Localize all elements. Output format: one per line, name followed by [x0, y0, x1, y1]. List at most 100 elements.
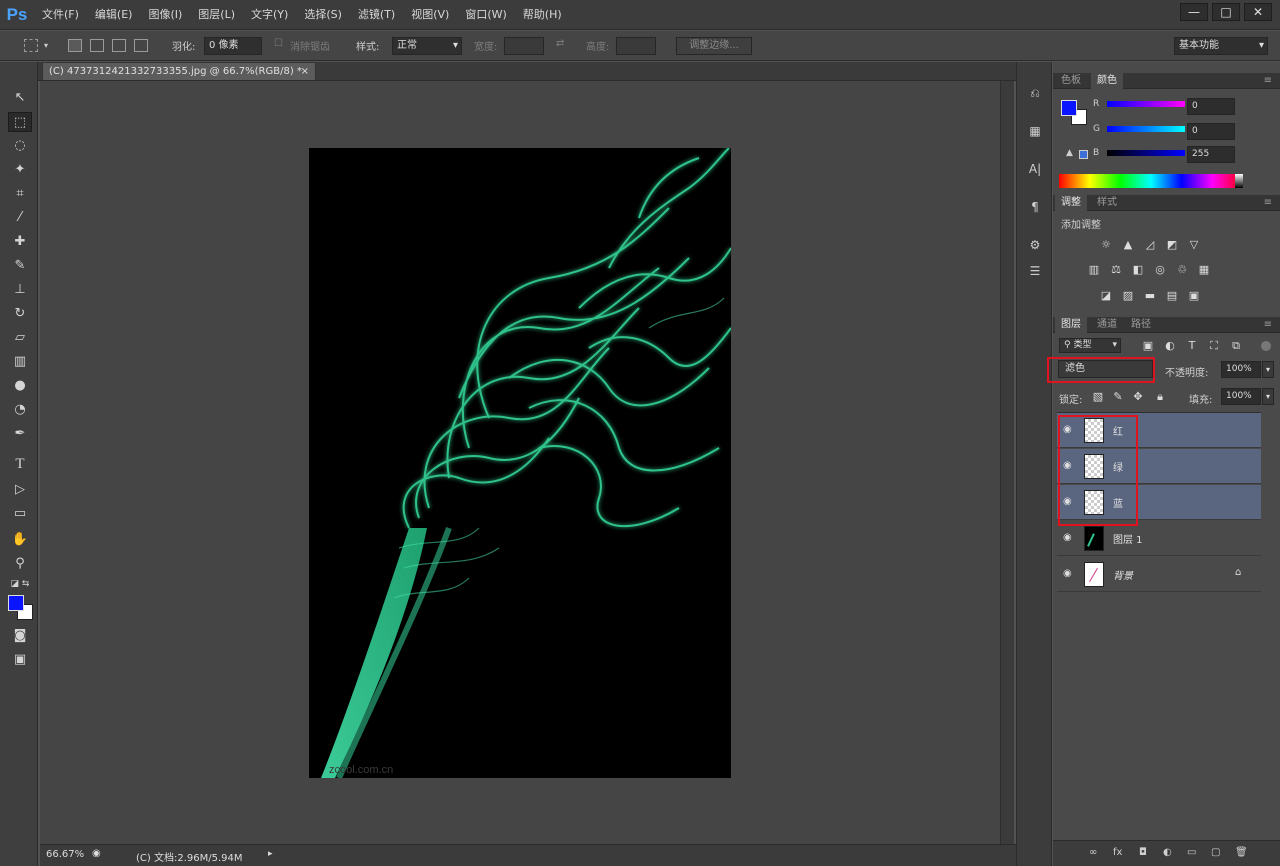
layer-row[interactable]: ◉ 图层 1: [1057, 521, 1261, 556]
screen-mode-icon[interactable]: ▣: [8, 650, 32, 670]
pen-tool-icon[interactable]: ✒: [8, 424, 32, 444]
channel-b-slider[interactable]: [1107, 150, 1185, 156]
eraser-tool-icon[interactable]: ▱: [8, 328, 32, 348]
color-spectrum-bar[interactable]: [1059, 174, 1243, 188]
layer-filter-select[interactable]: ⚲ 类型 ▾: [1059, 338, 1121, 353]
tab-color[interactable]: 颜色: [1091, 73, 1123, 89]
crop-tool-icon[interactable]: ⌗: [8, 184, 32, 204]
history-brush-tool-icon[interactable]: ↻: [8, 304, 32, 324]
menu-image[interactable]: 图像(I): [140, 0, 190, 30]
document-image[interactable]: zcool.com.cn: [309, 148, 731, 778]
channel-r-value[interactable]: 0: [1187, 98, 1235, 115]
paragraph-panel-icon[interactable]: ¶: [1024, 196, 1046, 218]
brush-tool-icon[interactable]: ✎: [8, 256, 32, 276]
zoom-level[interactable]: 66.67%: [46, 849, 84, 860]
tab-adjustments[interactable]: 调整: [1055, 195, 1087, 211]
eye-icon[interactable]: ◉: [1063, 568, 1075, 580]
workspace-select[interactable]: 基本功能 ▾: [1174, 37, 1268, 55]
eye-icon[interactable]: ◉: [1063, 532, 1075, 544]
invert-icon[interactable]: ◪: [1099, 289, 1113, 303]
feather-input[interactable]: 0 像素: [204, 37, 262, 55]
menu-view[interactable]: 视图(V): [403, 0, 457, 30]
chevron-down-icon[interactable]: ▾: [1262, 361, 1274, 378]
move-tool-icon[interactable]: ↖: [8, 88, 32, 108]
history-panel-icon[interactable]: ⎌: [1024, 82, 1046, 104]
width-input[interactable]: [504, 37, 544, 55]
add-to-selection-icon[interactable]: [90, 39, 104, 52]
posterize-icon[interactable]: ▨: [1121, 289, 1135, 303]
filter-shape-icon[interactable]: ⛶: [1207, 339, 1221, 353]
link-layers-icon[interactable]: ∞: [1089, 847, 1097, 858]
properties-panel-icon[interactable]: ▦: [1024, 120, 1046, 142]
minimize-button[interactable]: —: [1180, 3, 1208, 21]
filter-toggle-icon[interactable]: [1261, 341, 1271, 351]
path-selection-tool-icon[interactable]: ▷: [8, 480, 32, 500]
gradient-tool-icon[interactable]: ▥: [8, 352, 32, 372]
channel-g-slider[interactable]: [1107, 126, 1185, 132]
type-tool-icon[interactable]: T: [8, 454, 32, 474]
vibrance-icon[interactable]: ▽: [1187, 238, 1201, 252]
gradient-map-icon[interactable]: ▤: [1165, 289, 1179, 303]
clone-stamp-tool-icon[interactable]: ⊥: [8, 280, 32, 300]
layer-mask-icon[interactable]: ◘: [1139, 847, 1147, 858]
channel-r-slider[interactable]: [1107, 101, 1185, 107]
hue-saturation-icon[interactable]: ▥: [1087, 263, 1101, 277]
menu-select[interactable]: 选择(S): [296, 0, 350, 30]
zoom-tool-icon[interactable]: ⚲: [8, 554, 32, 574]
menu-window[interactable]: 窗口(W): [457, 0, 514, 30]
channel-g-value[interactable]: 0: [1187, 123, 1235, 140]
chevron-down-icon[interactable]: ▾: [44, 41, 48, 50]
tab-styles[interactable]: 样式: [1091, 195, 1123, 211]
lock-transparent-icon[interactable]: ▧: [1091, 390, 1105, 404]
color-balance-icon[interactable]: ⚖: [1109, 263, 1123, 277]
delete-layer-icon[interactable]: 🗑︎: [1235, 847, 1248, 858]
default-colors-icon[interactable]: ◪ ⇆: [8, 574, 32, 594]
document-tab[interactable]: (C) 4737312421332733355.jpg @ 66.7%(RGB/…: [42, 62, 316, 80]
chevron-right-icon[interactable]: ▸: [268, 849, 273, 859]
brightness-icon[interactable]: ☼: [1099, 238, 1113, 252]
maximize-button[interactable]: □: [1212, 3, 1240, 21]
tab-swatches[interactable]: 色板: [1055, 73, 1087, 89]
channel-b-value[interactable]: 255: [1187, 146, 1235, 163]
tab-channels[interactable]: 通道: [1091, 317, 1123, 333]
filter-type-icon[interactable]: T: [1185, 339, 1199, 353]
panel-menu-icon[interactable]: ≡: [1258, 73, 1278, 89]
curves-icon[interactable]: ◿: [1143, 238, 1157, 252]
menu-edit[interactable]: 编辑(E): [87, 0, 141, 30]
exposure-icon[interactable]: ◩: [1165, 238, 1179, 252]
marquee-tool-preset-icon[interactable]: [24, 39, 38, 52]
height-input[interactable]: [616, 37, 656, 55]
fill-input[interactable]: 100%: [1221, 388, 1261, 405]
close-button[interactable]: ✕: [1244, 3, 1272, 21]
dodge-tool-icon[interactable]: ◔: [8, 400, 32, 420]
panel-menu-icon[interactable]: ≡: [1258, 195, 1278, 211]
character-panel-icon[interactable]: A|: [1024, 158, 1046, 180]
magic-wand-tool-icon[interactable]: ✦: [8, 160, 32, 180]
swap-dimensions-icon[interactable]: ⇄: [556, 38, 564, 49]
color-panel-foreground-swatch[interactable]: [1061, 100, 1077, 116]
tab-layers[interactable]: 图层: [1055, 317, 1087, 333]
rectangle-tool-icon[interactable]: ▭: [8, 504, 32, 524]
threshold-icon[interactable]: ▬: [1143, 289, 1157, 303]
lasso-tool-icon[interactable]: ◌: [8, 136, 32, 156]
lock-position-icon[interactable]: ✥: [1131, 390, 1145, 404]
vertical-scrollbar[interactable]: [1000, 81, 1014, 844]
black-white-ramp[interactable]: [1235, 174, 1243, 188]
menu-type[interactable]: 文字(Y): [243, 0, 296, 30]
intersect-selection-icon[interactable]: [134, 39, 148, 52]
chevron-down-icon[interactable]: ▾: [1262, 388, 1274, 405]
eyedropper-tool-icon[interactable]: ⁄: [8, 208, 32, 228]
photo-filter-icon[interactable]: ◎: [1153, 263, 1167, 277]
opacity-input[interactable]: 100%: [1221, 361, 1261, 378]
color-lookup-icon[interactable]: ▦: [1197, 263, 1211, 277]
levels-icon[interactable]: ▲: [1121, 238, 1135, 252]
adjustment-layer-icon[interactable]: ◐: [1163, 847, 1172, 858]
channel-mixer-icon[interactable]: ♲: [1175, 263, 1189, 277]
new-group-icon[interactable]: ▭: [1187, 847, 1196, 858]
hand-tool-icon[interactable]: ✋: [8, 530, 32, 550]
healing-brush-tool-icon[interactable]: ✚: [8, 232, 32, 252]
antialias-checkbox[interactable]: ☐: [274, 38, 283, 49]
foreground-color-swatch[interactable]: [8, 595, 24, 611]
brush-presets-icon[interactable]: ☰: [1024, 260, 1046, 282]
rectangular-marquee-tool-icon[interactable]: ⬚: [8, 112, 32, 132]
